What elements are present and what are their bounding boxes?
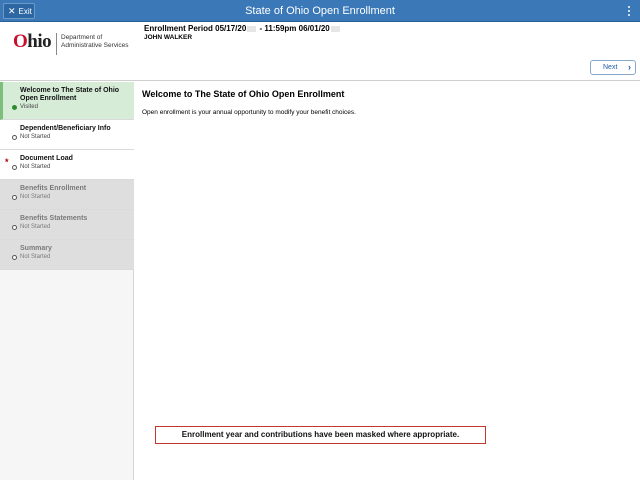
next-label: Next <box>603 64 618 71</box>
status-dot-icon <box>12 255 17 260</box>
step-navigation: Welcome to The State of Ohio Open Enroll… <box>0 82 134 480</box>
logo-divider <box>56 33 57 55</box>
step-status: Not Started <box>20 164 51 170</box>
status-dot-icon <box>12 195 17 200</box>
step-status: Not Started <box>20 134 51 140</box>
step-title: Document Load <box>20 155 73 162</box>
close-icon: ✕ <box>8 6 16 16</box>
sidebar-item-welcome[interactable]: Welcome to The State of Ohio Open Enroll… <box>0 82 134 120</box>
sidebar-item-benefits-statements[interactable]: Benefits Statements Not Started <box>0 210 134 240</box>
masking-notice: Enrollment year and contributions have b… <box>155 426 486 444</box>
step-title: Benefits Enrollment <box>20 185 87 192</box>
next-button[interactable]: Next › <box>590 60 636 75</box>
required-marker: * <box>5 157 9 167</box>
page-title: Welcome to The State of Ohio Open Enroll… <box>142 89 345 99</box>
title-bar: State of Ohio Open Enrollment ✕ Exit <box>0 0 640 22</box>
app-title: State of Ohio Open Enrollment <box>245 5 395 17</box>
page-header: Ohio Department of Administrative Servic… <box>0 22 640 81</box>
sidebar-item-benefits-enrollment[interactable]: Benefits Enrollment Not Started <box>0 180 134 210</box>
step-status: Not Started <box>20 194 51 200</box>
department-name: Department of Administrative Services <box>61 34 129 49</box>
status-dot-icon <box>12 165 17 170</box>
exit-button[interactable]: ✕ Exit <box>3 3 35 19</box>
masked-value <box>247 25 257 32</box>
chevron-right-icon: › <box>628 62 631 72</box>
step-title: Dependent/Beneficiary Info <box>20 125 111 132</box>
sidebar-item-summary[interactable]: Summary Not Started <box>0 240 134 270</box>
more-vertical-icon[interactable] <box>626 4 632 18</box>
visited-dot-icon <box>12 105 17 110</box>
ohio-logo: Ohio <box>13 31 52 52</box>
step-status: Visited <box>20 104 38 110</box>
exit-label: Exit <box>18 7 32 16</box>
step-title: Summary <box>20 245 52 252</box>
status-dot-icon <box>12 135 17 140</box>
sidebar-item-document-load[interactable]: * Document Load Not Started <box>0 150 134 180</box>
enrollment-period: Enrollment Period 05/17/20 - 11:59pm 06/… <box>144 24 341 33</box>
sidebar-item-dependent-info[interactable]: Dependent/Beneficiary Info Not Started <box>0 120 134 150</box>
masked-value <box>330 25 340 32</box>
step-title: Welcome to The State of Ohio Open Enroll… <box>20 87 120 102</box>
step-status: Not Started <box>20 224 51 230</box>
step-status: Not Started <box>20 254 51 260</box>
step-title: Benefits Statements <box>20 215 88 222</box>
status-dot-icon <box>12 225 17 230</box>
intro-text: Open enrollment is your annual opportuni… <box>142 109 356 116</box>
employee-name: JOHN WALKER <box>144 34 193 41</box>
